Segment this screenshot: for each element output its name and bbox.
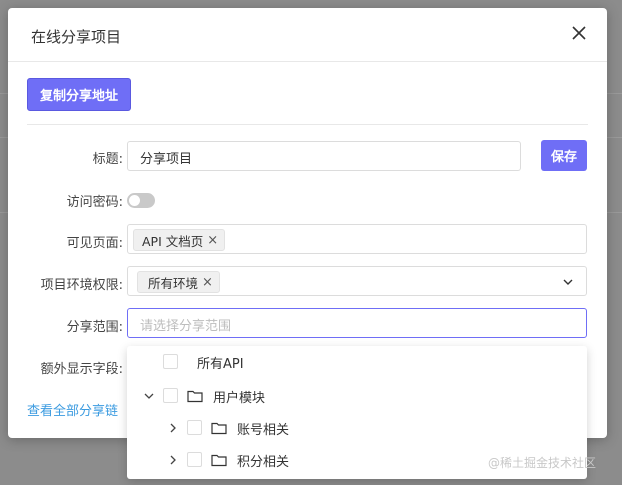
env-permission-label: 项目环境权限: (40, 278, 123, 293)
share-scope-label: 分享范围: (66, 320, 123, 335)
tag-close-icon[interactable]: × (207, 233, 218, 248)
folder-icon (187, 390, 203, 403)
env-permission-select[interactable]: 所有环境 × (127, 266, 587, 296)
title-input[interactable]: 分享项目 (127, 141, 521, 171)
tree-item-account[interactable]: 账号相关 (127, 412, 587, 444)
tree-checkbox[interactable] (187, 420, 202, 435)
watermark: @稀土掘金技术社区 (488, 456, 597, 470)
password-label: 访问密码: (66, 195, 123, 210)
tree-checkbox[interactable] (163, 354, 178, 369)
tree-item-all-api[interactable]: 所有API (127, 346, 587, 378)
tree-item-label: 所有API (197, 357, 244, 372)
view-all-share-links-link[interactable]: 查看全部分享链 (27, 400, 118, 419)
password-toggle[interactable] (127, 193, 155, 208)
tree-checkbox[interactable] (163, 388, 178, 403)
title-label: 标题: (92, 152, 123, 167)
section-divider (27, 124, 588, 125)
dialog-title: 在线分享项目 (31, 28, 122, 46)
tag-label: 所有环境 (148, 275, 199, 291)
extra-fields-label: 额外显示字段: (40, 362, 123, 377)
tag-label: API 文档页 (142, 233, 204, 249)
close-icon[interactable] (568, 22, 590, 44)
expand-arrow-right-icon[interactable] (167, 454, 179, 466)
tree-item-label: 用户模块 (213, 391, 266, 406)
toggle-knob (129, 195, 140, 206)
tree-item-label: 积分相关 (237, 455, 290, 470)
header-divider (8, 61, 607, 62)
title-input-value: 分享项目 (140, 152, 193, 167)
folder-icon (211, 422, 227, 435)
copy-share-link-button[interactable]: 复制分享地址 (27, 78, 131, 111)
visible-pages-label: 可见页面: (66, 236, 123, 251)
visible-pages-select[interactable]: API 文档页 × (127, 224, 587, 254)
share-scope-placeholder: 请选择分享范围 (140, 319, 232, 334)
tag-close-icon[interactable]: × (202, 275, 213, 290)
expand-arrow-down-icon[interactable] (143, 390, 155, 402)
env-tag: 所有环境 × (137, 271, 220, 293)
tree-item-label: 账号相关 (237, 423, 290, 438)
expand-arrow-right-icon[interactable] (167, 422, 179, 434)
chevron-down-icon (563, 279, 573, 285)
tree-checkbox[interactable] (187, 452, 202, 467)
folder-icon (211, 454, 227, 467)
visible-page-tag: API 文档页 × (133, 229, 226, 251)
share-scope-select[interactable]: 请选择分享范围 (127, 308, 587, 338)
tree-item-user-module[interactable]: 用户模块 (127, 380, 587, 412)
save-button[interactable]: 保存 (541, 140, 587, 171)
